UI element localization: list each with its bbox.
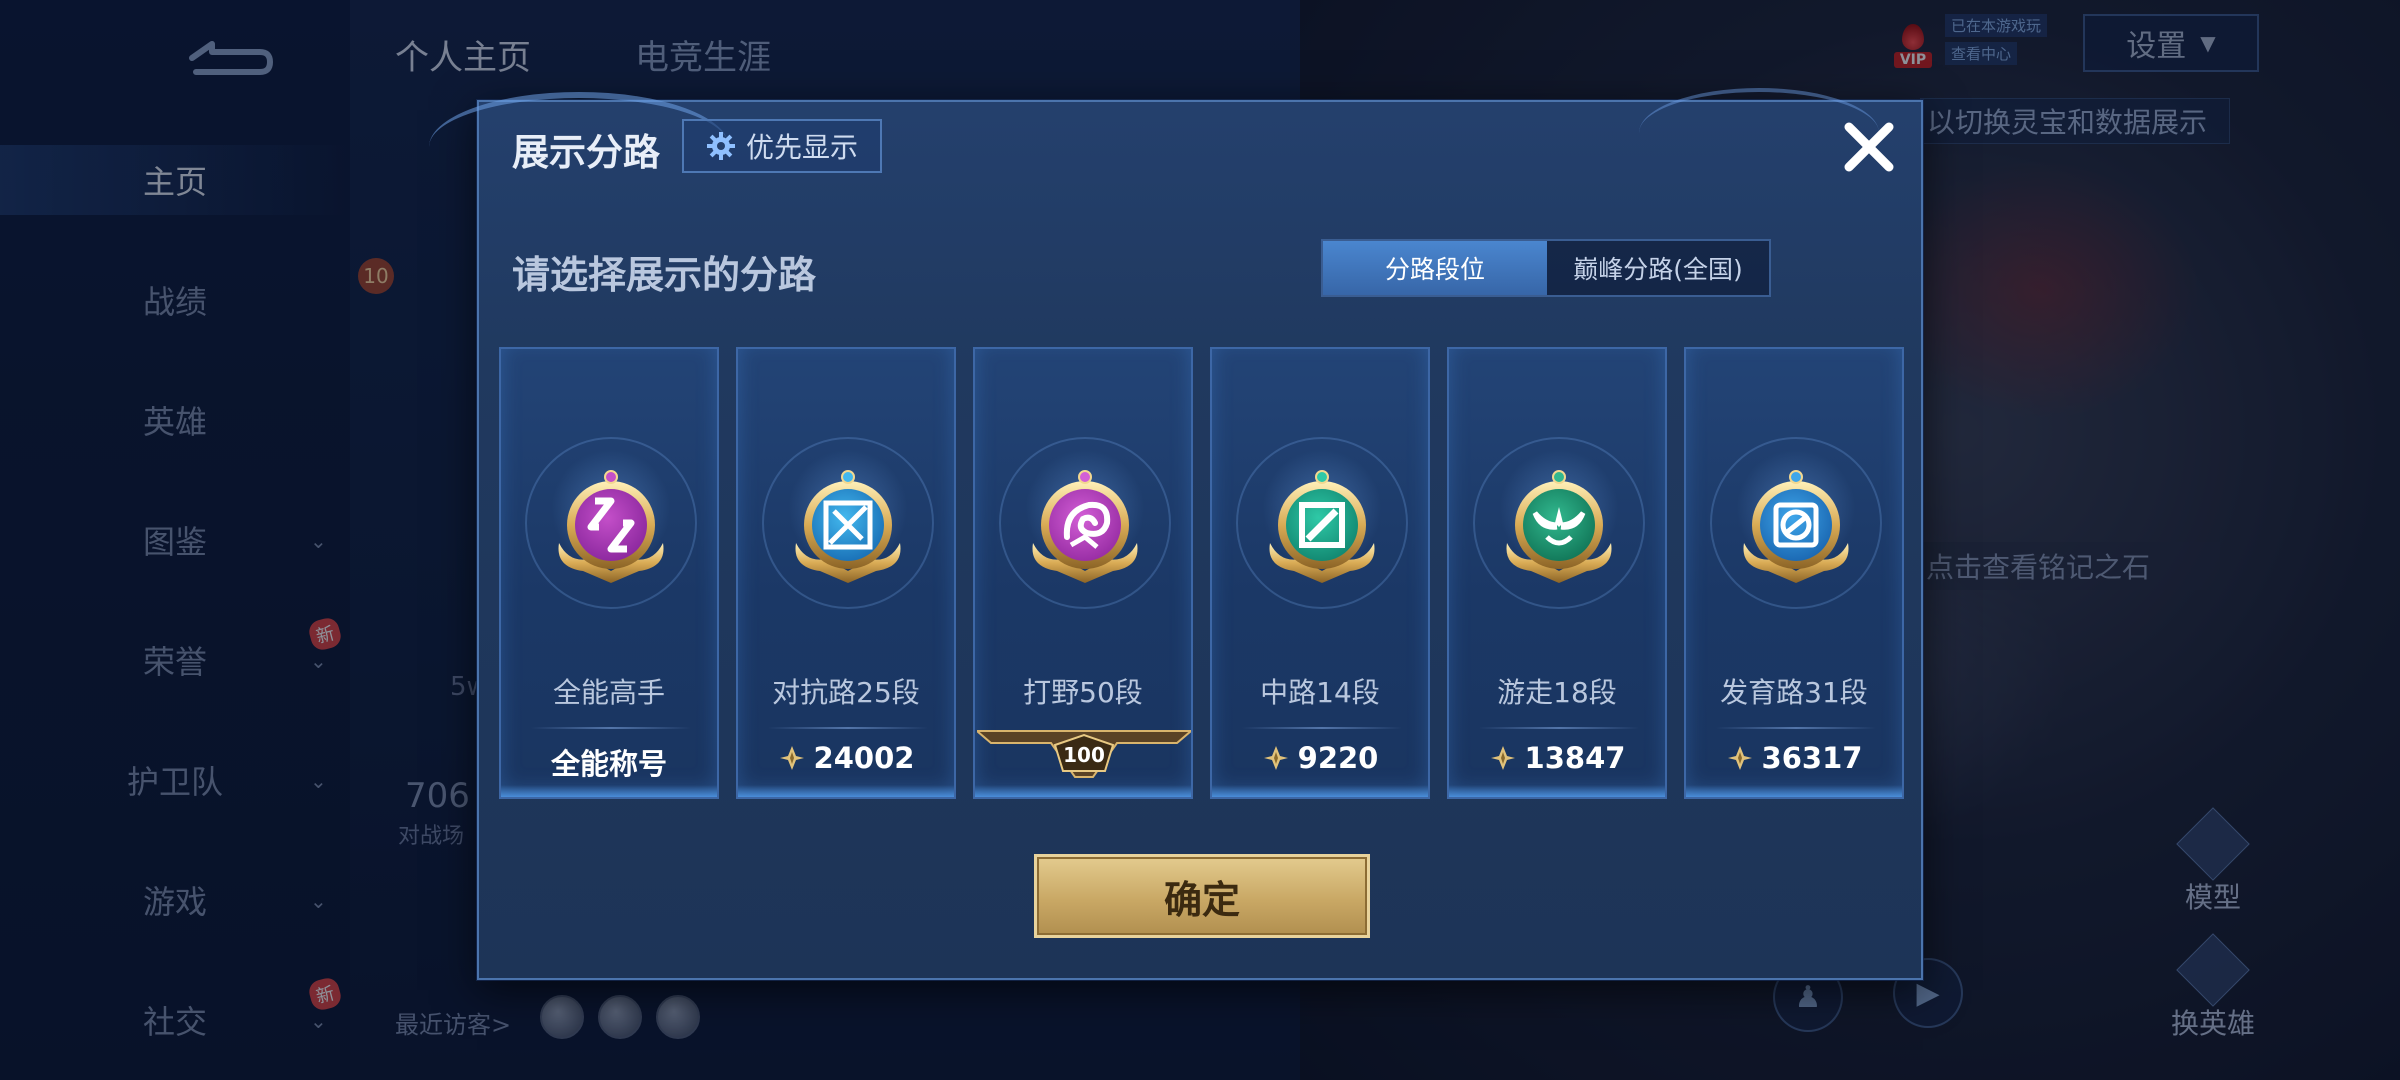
lane-display-modal: 展示分路 优先显示 请选择展示的分路 分路段位 巅峰分路(全国) 全能高手 全能… [429,88,1923,980]
points-icon [1263,746,1288,770]
priority-display-label: 优先显示 [745,131,858,164]
tab-lane-rank[interactable]: 分路段位 [1323,241,1547,295]
rank-stars-value: 100 [1063,743,1105,767]
lane-tab-switcher: 分路段位 巅峰分路(全国) [1321,239,1771,297]
points-icon [779,746,804,770]
mid-lane-icon [1269,470,1375,583]
close-button[interactable] [1834,112,1904,182]
close-icon [1844,122,1894,172]
lane-card-label: 对抗路25段 [772,676,920,709]
priority-display-button[interactable]: 优先显示 [682,119,882,173]
lane-card-value: 13847 [1449,741,1665,775]
points-icon [1727,746,1752,770]
lane-card[interactable]: 对抗路25段 24002 [736,347,956,799]
select-lane-prompt: 请选择展示的分路 [512,253,817,297]
lane-card-label: 中路14段 [1260,676,1380,709]
lane-card-value: 9220 [1212,741,1428,775]
tab-peak-lane-national[interactable]: 巅峰分路(全国) [1547,241,1769,295]
roam-wings-icon [1506,470,1612,583]
farm-lane-icon [1743,470,1849,583]
lane-card-label: 全能高手 [552,676,665,709]
lane-card-label: 游走18段 [1497,676,1617,709]
points-icon [1490,746,1515,770]
lane-card-value: 全能称号 [550,747,667,781]
lane-card[interactable]: 中路14段 9220 [1210,347,1430,799]
modal-title: 展示分路 [512,131,660,174]
lane-card-list: 全能高手 全能称号 对抗路25段 24002 打野50段 100 中路14段 9… [499,347,1907,799]
lane-card-label: 打野50段 [1023,676,1143,709]
clash-lane-icon [795,470,901,583]
lane-card-value: 24002 [738,741,954,775]
lane-card-value: 36317 [1686,741,1902,775]
jungle-dragon-icon [1032,470,1138,583]
lane-card[interactable]: 全能高手 全能称号 [499,347,719,799]
gear-icon [706,132,735,160]
rank-plate: 100 [974,727,1194,787]
confirm-button[interactable]: 确定 [1034,854,1370,938]
allround-icon [558,470,664,583]
lane-card[interactable]: 打野50段 100 [973,347,1194,799]
lane-card[interactable]: 游走18段 13847 [1447,347,1667,799]
lane-card-label: 发育路31段 [1720,676,1868,709]
lane-card[interactable]: 发育路31段 36317 [1684,347,1904,799]
